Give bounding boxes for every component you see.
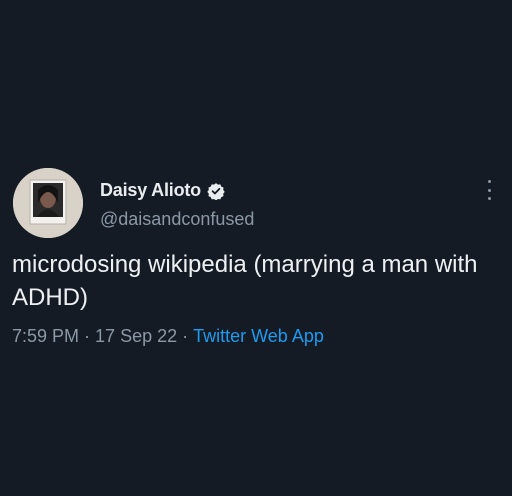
tweet-time[interactable]: 7:59 PM [12,326,79,346]
verified-badge-icon [207,182,225,201]
tweet-source-link[interactable]: Twitter Web App [193,326,324,346]
more-dot [487,188,491,192]
more-dot [487,197,491,200]
tweet-meta: 7:59 PM · 17 Sep 22 · Twitter Web App [12,326,324,347]
more-options-icon[interactable] [483,180,495,200]
tweet-card: Daisy Alioto @daisandconfused microdosin… [0,0,512,496]
meta-separator: · [84,326,91,346]
tweet-date[interactable]: 17 Sep 22 [95,326,177,346]
meta-separator: · [182,326,189,346]
author-handle[interactable]: @daisandconfused [100,209,254,230]
tweet-text: microdosing wikipedia (marrying a man wi… [12,251,478,311]
more-dot [487,180,491,183]
avatar[interactable] [13,168,83,238]
author-name-row: Daisy Alioto [100,180,225,201]
author-display-name[interactable]: Daisy Alioto [100,180,201,201]
